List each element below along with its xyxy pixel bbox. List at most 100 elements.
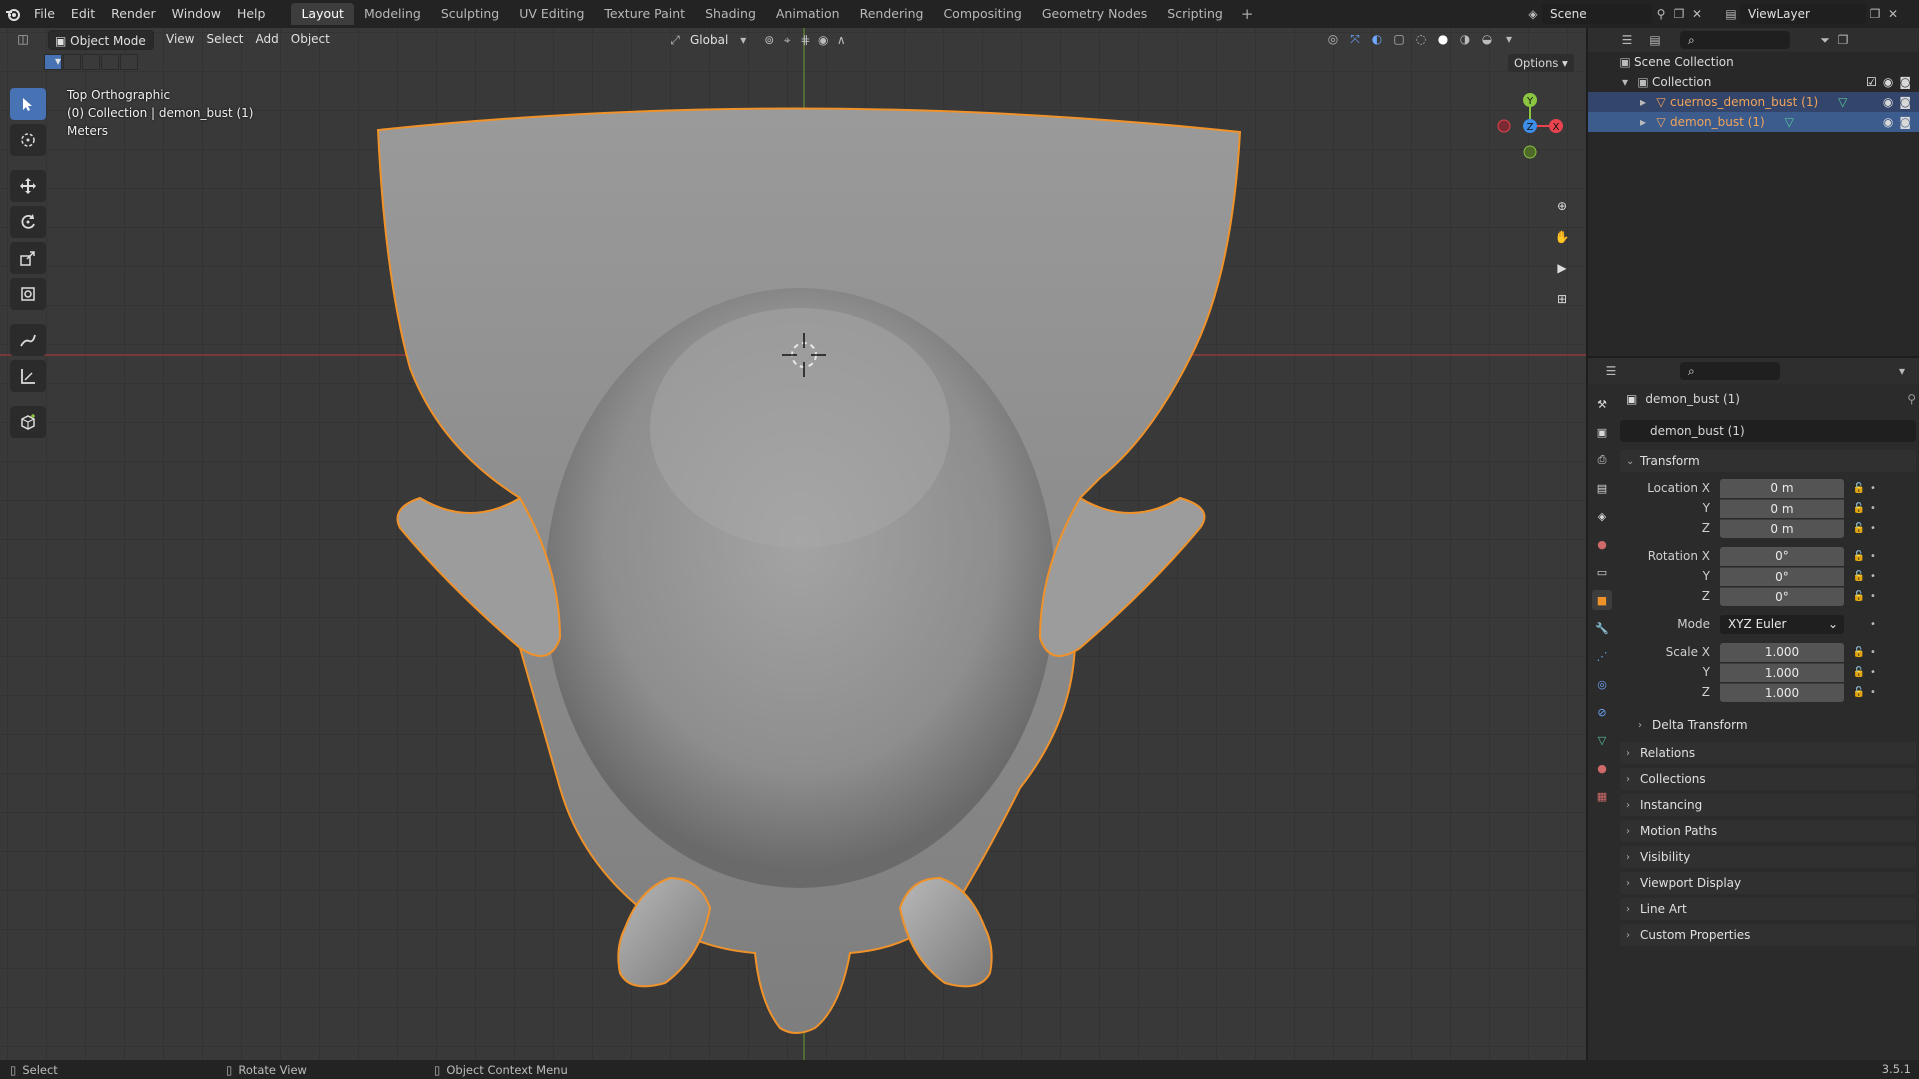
select-box-tool-icon[interactable] <box>10 88 46 120</box>
transform-tool-icon[interactable] <box>10 278 46 310</box>
rendered-shading-icon[interactable]: ◒ <box>1478 30 1496 48</box>
tab-shading[interactable]: Shading <box>695 3 766 25</box>
rotation-z-field[interactable]: 0° <box>1720 586 1844 606</box>
new-view-layer-icon[interactable]: ❐ <box>1866 5 1884 23</box>
tab-texture-paint[interactable]: Texture Paint <box>594 3 695 25</box>
chevron-down-icon[interactable]: ▾ <box>1893 362 1911 380</box>
tab-layout[interactable]: Layout <box>291 3 354 25</box>
camera-icon[interactable]: ◙ <box>1899 115 1911 129</box>
outliner-item-cuernos[interactable]: ▸ ▽ cuernos_demon_bust (1) ▽ ◉ ◙ <box>1588 92 1919 112</box>
viewport-display-panel-header[interactable]: › Viewport Display <box>1620 872 1916 894</box>
ortho-grid-icon[interactable]: ⊞ <box>1550 287 1574 311</box>
scene-tab-icon[interactable]: ◈ <box>1592 506 1612 526</box>
measure-tool-icon[interactable] <box>10 360 46 392</box>
visibility-icon[interactable]: ◎ <box>1324 30 1342 48</box>
scene-icon[interactable]: ◈ <box>1524 5 1542 23</box>
pin-icon[interactable]: ⚲ <box>1652 5 1670 23</box>
modifier-tab-icon[interactable]: 🔧 <box>1592 618 1612 638</box>
demon-bust-model[interactable] <box>0 28 1586 1060</box>
delta-transform-header[interactable]: › Delta Transform <box>1620 714 1916 736</box>
rotate-tool-icon[interactable] <box>10 206 46 238</box>
object-name-field[interactable]: demon_bust (1) <box>1620 420 1916 442</box>
object-tab-icon[interactable]: ■ <box>1592 590 1612 610</box>
custom-properties-panel-header[interactable]: › Custom Properties <box>1620 924 1916 946</box>
keyframe-dot-icon[interactable]: • <box>1868 619 1878 630</box>
chevron-down-icon[interactable]: ▾ <box>734 31 752 49</box>
proportional-edit-icon[interactable]: ◉ <box>814 31 832 49</box>
tab-rendering[interactable]: Rendering <box>850 3 934 25</box>
add-cube-tool-icon[interactable] <box>10 406 46 438</box>
snap-increment-icon[interactable]: ⋕ <box>796 31 814 49</box>
right-horn-shape[interactable] <box>898 876 993 988</box>
rotation-x-field[interactable]: 0° <box>1720 546 1844 566</box>
data-tab-icon[interactable]: ▽ <box>1592 730 1612 750</box>
scale-x-field[interactable]: 1.000 <box>1720 642 1844 662</box>
keyframe-dot-icon[interactable]: • <box>1868 483 1878 494</box>
keyframe-dot-icon[interactable]: • <box>1868 667 1878 678</box>
scale-y-field[interactable]: 1.000 <box>1720 662 1844 682</box>
outliner-item-demon-bust[interactable]: ▸ ▽ demon_bust (1) ▽ ◉ ◙ <box>1588 112 1919 132</box>
mesh-data-icon[interactable]: ▽ <box>1838 95 1847 109</box>
editor-type-icon[interactable]: ◫ <box>14 30 32 48</box>
expand-arrow-icon[interactable]: ▸ <box>1634 93 1652 111</box>
keyframe-dot-icon[interactable]: • <box>1868 571 1878 582</box>
instancing-panel-header[interactable]: › Instancing <box>1620 794 1916 816</box>
new-collection-icon[interactable]: ❐ <box>1834 31 1852 49</box>
pivot-icon[interactable]: ⊚ <box>760 31 778 49</box>
lock-icon[interactable]: 🔓 <box>1850 483 1868 494</box>
scene-collection-row[interactable]: ▣ Scene Collection <box>1588 52 1919 72</box>
orientation-dropdown[interactable]: Global <box>684 30 734 50</box>
properties-editor-icon[interactable]: ☰ <box>1602 362 1620 380</box>
blender-logo-icon[interactable] <box>0 0 26 28</box>
collection-row[interactable]: ▾ ▣ Collection ☑ ◉ ◙ <box>1588 72 1919 92</box>
outliner-editor-icon[interactable]: ☰ <box>1618 31 1636 49</box>
lock-icon[interactable]: 🔓 <box>1850 551 1868 562</box>
keyframe-dot-icon[interactable]: • <box>1868 523 1878 534</box>
keyframe-dot-icon[interactable]: • <box>1868 591 1878 602</box>
texture-tab-icon[interactable]: ▦ <box>1592 786 1612 806</box>
tab-modeling[interactable]: Modeling <box>354 3 431 25</box>
tool-tab-icon[interactable]: ⚒ <box>1592 394 1612 414</box>
keyframe-dot-icon[interactable]: • <box>1868 551 1878 562</box>
tab-geometry-nodes[interactable]: Geometry Nodes <box>1032 3 1157 25</box>
transform-panel-header[interactable]: ⌄ Transform <box>1620 450 1916 472</box>
tab-scripting[interactable]: Scripting <box>1157 3 1233 25</box>
rotation-mode-dropdown[interactable]: XYZ Euler ⌄ <box>1720 614 1844 634</box>
collection-tab-icon[interactable]: ▭ <box>1592 562 1612 582</box>
overlay-toggle-icon[interactable]: ◐ <box>1368 30 1386 48</box>
xray-icon[interactable]: ▢ <box>1390 30 1408 48</box>
lock-icon[interactable]: 🔓 <box>1850 503 1868 514</box>
annotate-tool-icon[interactable] <box>10 324 46 356</box>
lock-icon[interactable]: 🔓 <box>1850 667 1868 678</box>
menu-select[interactable]: Select <box>200 29 249 49</box>
menu-add[interactable]: Add <box>250 29 285 49</box>
eye-icon[interactable]: ◉ <box>1883 75 1893 89</box>
move-tool-icon[interactable] <box>10 170 46 202</box>
material-tab-icon[interactable]: ● <box>1592 758 1612 778</box>
pan-hand-icon[interactable]: ✋ <box>1550 225 1574 249</box>
tab-sculpting[interactable]: Sculpting <box>431 3 509 25</box>
add-workspace-button[interactable]: + <box>1233 5 1262 23</box>
lock-icon[interactable]: 🔓 <box>1850 571 1868 582</box>
properties-search-input[interactable]: ⌕ <box>1680 362 1780 380</box>
camera-view-icon[interactable]: ▶ <box>1550 256 1574 280</box>
eye-icon[interactable]: ◉ <box>1883 115 1893 129</box>
keyframe-dot-icon[interactable]: • <box>1868 687 1878 698</box>
falloff-icon[interactable]: ∧ <box>832 31 850 49</box>
keyframe-dot-icon[interactable]: • <box>1868 647 1878 658</box>
navigation-gizmo[interactable]: Y X Z <box>1490 88 1570 168</box>
delete-scene-icon[interactable]: ✕ <box>1688 5 1706 23</box>
tab-animation[interactable]: Animation <box>766 3 850 25</box>
gizmo-toggle-icon[interactable]: ⤧ <box>1346 30 1364 48</box>
menu-view[interactable]: View <box>160 29 200 49</box>
menu-file[interactable]: File <box>26 0 63 28</box>
location-y-field[interactable]: 0 m <box>1720 498 1844 518</box>
collections-panel-header[interactable]: › Collections <box>1620 768 1916 790</box>
display-mode-icon[interactable]: ▤ <box>1646 31 1664 49</box>
menu-edit[interactable]: Edit <box>63 0 103 28</box>
zoom-icon[interactable]: ⊕ <box>1550 194 1574 218</box>
snap-icon[interactable]: ⌖ <box>778 31 796 49</box>
view-layer-tab-icon[interactable]: ▤ <box>1592 478 1612 498</box>
outliner-search-input[interactable]: ⌕ <box>1680 31 1790 49</box>
new-scene-icon[interactable]: ❐ <box>1670 5 1688 23</box>
